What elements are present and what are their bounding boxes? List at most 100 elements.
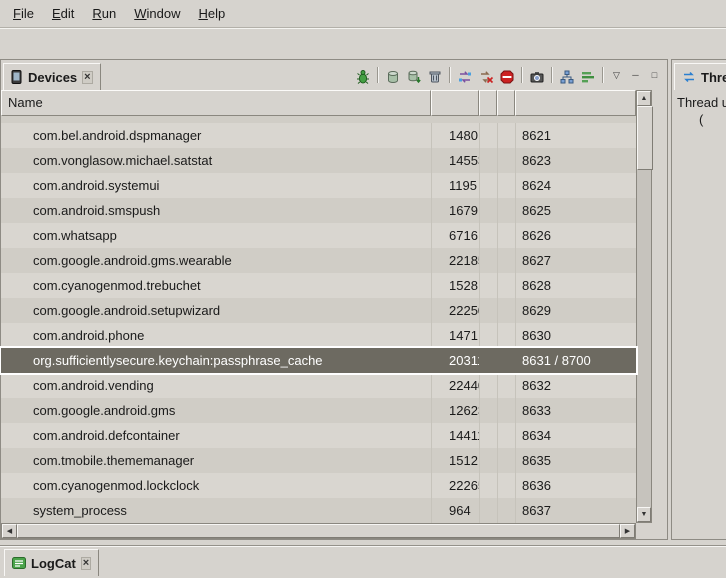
update-heap-icon[interactable]: [383, 68, 402, 86]
start-method-profiling-icon[interactable]: [476, 68, 495, 86]
vertical-scrollbar[interactable]: ▲ ▼: [636, 90, 652, 523]
process-name: com.whatsapp: [1, 223, 431, 248]
process-port: 8631 / 8700: [515, 348, 636, 373]
process-pid: 1471: [431, 323, 479, 348]
process-row[interactable]: com.android.vending224408632: [1, 373, 636, 398]
process-row[interactable]: com.google.android.gms126238633: [1, 398, 636, 423]
process-port: 8634: [515, 423, 636, 448]
process-table: Name com.bel.android.dspmanager14808621c…: [1, 90, 652, 539]
scroll-down-icon[interactable]: ▼: [637, 507, 651, 522]
scroll-up-icon[interactable]: ▲: [637, 91, 651, 106]
cell-spacer: [479, 248, 497, 273]
cell-spacer: [479, 323, 497, 348]
process-name: com.android.phone: [1, 323, 431, 348]
minimize-icon[interactable]: ─: [627, 67, 644, 83]
process-row[interactable]: com.android.defcontainer144118634: [1, 423, 636, 448]
process-row[interactable]: com.google.android.setupwizard222508629: [1, 298, 636, 323]
table-header: Name: [1, 90, 636, 116]
process-row[interactable]: com.tmobile.thememanager15128635: [1, 448, 636, 473]
process-row[interactable]: org.sufficientlysecure.keychain:passphra…: [1, 348, 636, 373]
process-name: com.android.systemui: [1, 173, 431, 198]
threads-message: Thread up (: [672, 90, 726, 128]
maximize-icon[interactable]: □: [646, 67, 663, 83]
process-name: com.bel.android.dspmanager: [1, 123, 431, 148]
update-threads-icon[interactable]: [455, 68, 474, 86]
process-row[interactable]: com.cyanogenmod.lockclock222658636: [1, 473, 636, 498]
horizontal-scroll-thumb[interactable]: [17, 524, 620, 538]
cell-spacer: [479, 448, 497, 473]
menubar: File Edit Run Window Help: [0, 0, 726, 28]
devices-toolbar: ▽ ─ □: [353, 67, 667, 90]
vertical-scroll-thumb[interactable]: [637, 106, 653, 170]
column-header-name[interactable]: Name: [1, 90, 431, 116]
column-header-pid[interactable]: [431, 90, 479, 116]
ddms-window: File Edit Run Window Help Devices ×: [0, 0, 726, 577]
cell-spacer: [479, 473, 497, 498]
menu-help[interactable]: Help: [189, 3, 234, 24]
stop-process-icon[interactable]: [497, 68, 516, 86]
chevron-down-icon[interactable]: ▽: [608, 67, 625, 83]
process-port: 8628: [515, 273, 636, 298]
systrace-icon[interactable]: [578, 68, 597, 86]
logcat-icon: [12, 556, 26, 570]
dump-hprof-icon[interactable]: [404, 68, 423, 86]
column-header-port[interactable]: [515, 90, 636, 116]
process-row[interactable]: com.google.android.gms.wearable221858627: [1, 248, 636, 273]
cell-spacer: [497, 123, 515, 148]
column-header-spacer[interactable]: [479, 90, 497, 116]
cell-spacer: [479, 398, 497, 423]
process-name: com.google.android.setupwizard: [1, 298, 431, 323]
tab-devices-label: Devices: [28, 70, 77, 85]
cell-spacer: [479, 273, 497, 298]
process-row[interactable]: com.cyanogenmod.trebuchet15288628: [1, 273, 636, 298]
process-row[interactable]: com.android.smspush16798625: [1, 198, 636, 223]
tab-threads[interactable]: Threads: [674, 63, 726, 90]
horizontal-scrollbar[interactable]: ◀ ▶: [1, 523, 636, 539]
process-row[interactable]: system_process9648637: [1, 498, 636, 523]
screen-capture-icon[interactable]: [527, 68, 546, 86]
process-row[interactable]: com.android.systemui11958624: [1, 173, 636, 198]
menu-run[interactable]: Run: [83, 3, 125, 24]
toolbar-separator: [449, 67, 450, 83]
column-header-spacer[interactable]: [497, 90, 515, 116]
threads-message-line2: (: [699, 111, 726, 128]
cell-spacer: [497, 173, 515, 198]
cell-spacer: [479, 123, 497, 148]
process-port: 8635: [515, 448, 636, 473]
process-name: com.google.android.gms: [1, 398, 431, 423]
cell-spacer: [497, 198, 515, 223]
table-body: com.bel.android.dspmanager14808621com.vo…: [1, 116, 636, 523]
process-port: 8632: [515, 373, 636, 398]
view-hierarchy-icon[interactable]: [557, 68, 576, 86]
scroll-left-icon[interactable]: ◀: [2, 524, 17, 538]
process-port: 8637: [515, 498, 636, 523]
tab-logcat[interactable]: LogCat ×: [4, 549, 99, 576]
cell-spacer: [497, 223, 515, 248]
process-row[interactable]: com.android.phone14718630: [1, 323, 636, 348]
toolbar-separator: [377, 67, 378, 83]
cell-spacer: [497, 373, 515, 398]
process-name: com.vonglasow.michael.satstat: [1, 148, 431, 173]
process-name: com.android.vending: [1, 373, 431, 398]
process-pid: 22250: [431, 298, 479, 323]
menu-edit[interactable]: Edit: [43, 3, 83, 24]
process-row[interactable]: com.vonglasow.michael.satstat145538623: [1, 148, 636, 173]
process-row[interactable]: com.whatsapp67168626: [1, 223, 636, 248]
gc-icon[interactable]: [425, 68, 444, 86]
process-name: com.tmobile.thememanager: [1, 448, 431, 473]
process-pid: 1679: [431, 198, 479, 223]
process-row[interactable]: com.bel.android.dspmanager14808621: [1, 123, 636, 148]
close-icon[interactable]: ×: [81, 557, 91, 570]
menu-window[interactable]: Window: [125, 3, 189, 24]
close-icon[interactable]: ×: [82, 71, 92, 84]
scrollbar-corner: [636, 523, 652, 539]
threads-icon: [682, 70, 696, 84]
menu-file[interactable]: File: [4, 3, 43, 24]
scroll-right-icon[interactable]: ▶: [620, 524, 635, 538]
cell-spacer: [479, 498, 497, 523]
process-port: 8625: [515, 198, 636, 223]
toolbar-separator: [602, 67, 603, 83]
tab-devices[interactable]: Devices ×: [3, 63, 101, 90]
process-pid: 964: [431, 498, 479, 523]
debug-icon[interactable]: [353, 68, 372, 86]
